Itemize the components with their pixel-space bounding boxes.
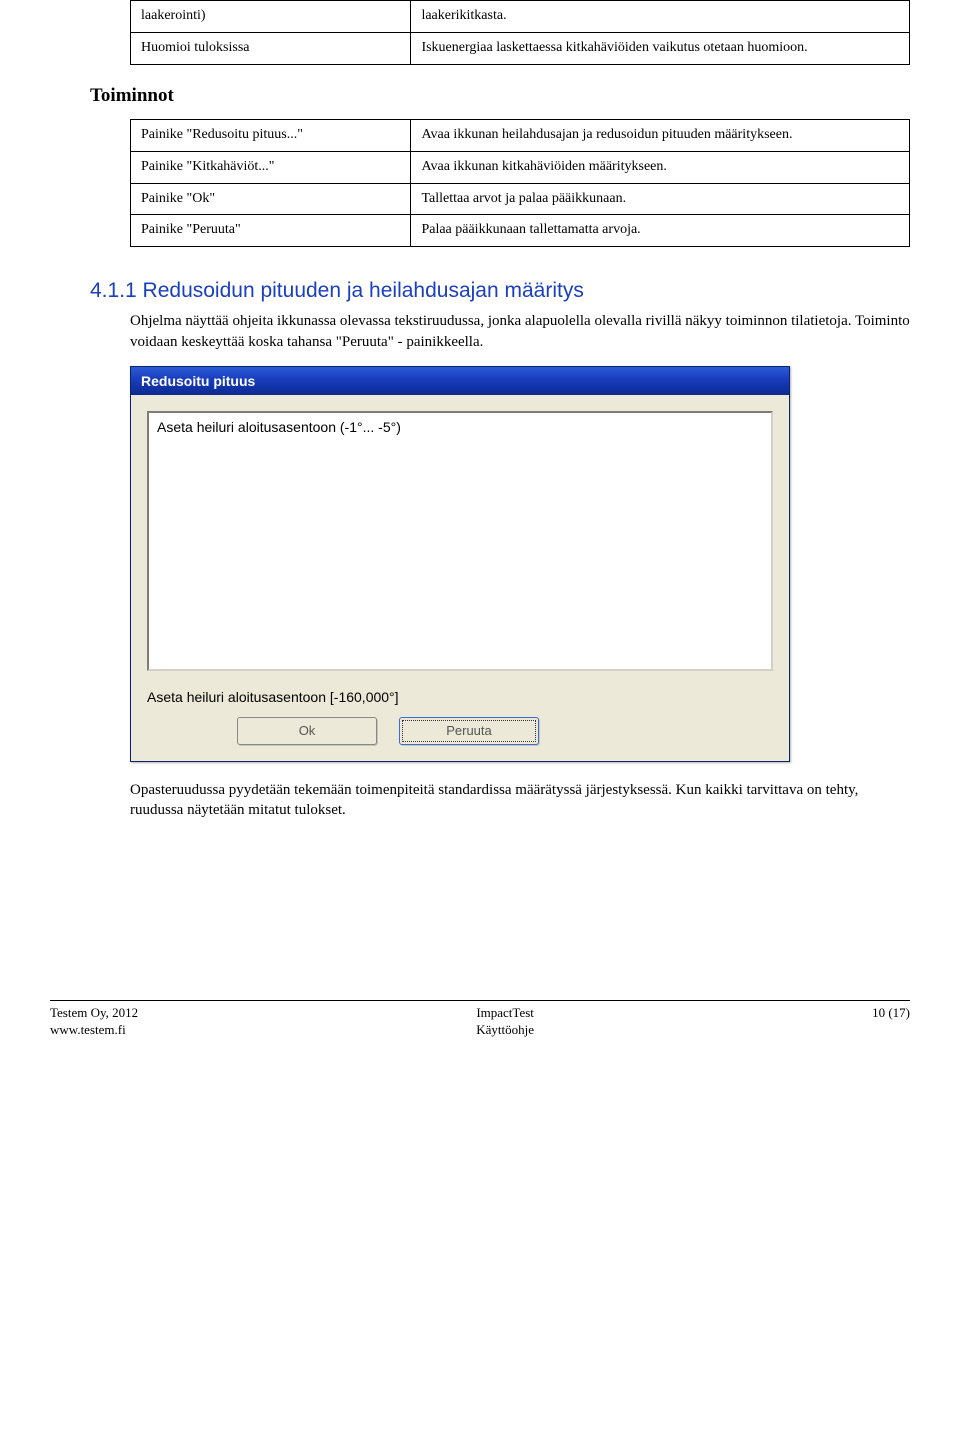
dialog-button-row: Ok Peruuta [147, 717, 773, 745]
ok-button[interactable]: Ok [237, 717, 377, 745]
table-row: Painike "Peruuta" Palaa pääikkunaan tall… [131, 215, 910, 247]
dialog-redusoitu-pituus: Redusoitu pituus Aseta heiluri aloitusas… [130, 366, 790, 762]
heading-toiminnot: Toiminnot [90, 85, 910, 107]
footer-product: ImpactTest [476, 1005, 534, 1022]
desc-cell: Tallettaa arvot ja palaa pääikkunaan. [411, 183, 910, 215]
footer-doctype: Käyttöohje [476, 1022, 534, 1039]
table-definitions-1: laakerointi) laakerikitkasta. Huomioi tu… [130, 0, 910, 65]
footer-company: Testem Oy, 2012 [50, 1005, 138, 1022]
footer-page-number: 10 (17) [872, 1005, 910, 1022]
paragraph-intro: Ohjelma näyttää ohjeita ikkunassa olevas… [130, 311, 910, 352]
page-footer: Testem Oy, 2012 www.testem.fi ImpactTest… [50, 1000, 910, 1039]
footer-url: www.testem.fi [50, 1022, 138, 1039]
table-row: Painike "Ok" Tallettaa arvot ja palaa pä… [131, 183, 910, 215]
desc-cell: Avaa ikkunan heilahdusajan ja redusoidun… [411, 119, 910, 151]
paragraph-after-dialog: Opasteruudussa pyydetään tekemään toimen… [130, 780, 910, 821]
term-cell: Painike "Redusoitu pituus..." [131, 119, 411, 151]
table-row: Huomioi tuloksissa Iskuenergiaa lasketta… [131, 32, 910, 64]
term-cell: Huomioi tuloksissa [131, 32, 411, 64]
desc-cell: Avaa ikkunan kitkahäviöiden määritykseen… [411, 151, 910, 183]
desc-cell: Iskuenergiaa laskettaessa kitkahäviöiden… [411, 32, 910, 64]
dialog-title: Redusoitu pituus [131, 367, 789, 395]
cancel-button[interactable]: Peruuta [399, 717, 539, 745]
instruction-textbox[interactable] [147, 411, 773, 671]
section-heading: 4.1.1 Redusoidun pituuden ja heilahdusaj… [90, 279, 910, 303]
table-row: laakerointi) laakerikitkasta. [131, 1, 910, 33]
term-cell: Painike "Ok" [131, 183, 411, 215]
status-line: Aseta heiluri aloitusasentoon [-160,000°… [147, 689, 773, 705]
desc-cell: laakerikitkasta. [411, 1, 910, 33]
dialog-client-area: Aseta heiluri aloitusasentoon [-160,000°… [131, 395, 789, 761]
table-row: Painike "Kitkahäviöt..." Avaa ikkunan ki… [131, 151, 910, 183]
term-cell: Painike "Kitkahäviöt..." [131, 151, 411, 183]
term-cell: Painike "Peruuta" [131, 215, 411, 247]
table-definitions-2: Painike "Redusoitu pituus..." Avaa ikkun… [130, 119, 910, 248]
term-cell: laakerointi) [131, 1, 411, 33]
desc-cell: Palaa pääikkunaan tallettamatta arvoja. [411, 215, 910, 247]
table-row: Painike "Redusoitu pituus..." Avaa ikkun… [131, 119, 910, 151]
